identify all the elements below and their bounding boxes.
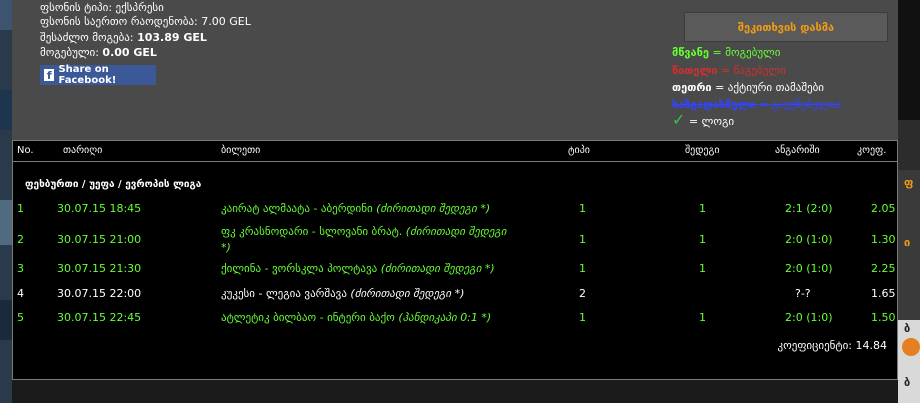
row-5-type: 1 — [579, 311, 586, 324]
legend-green: მწვანე = მოგებული — [672, 46, 781, 59]
right-side-panel: ფ ი ბ ბ — [898, 0, 920, 403]
header-coef: კოეფ. — [857, 145, 887, 156]
legend-red-word: წითელი — [672, 64, 718, 77]
right-text-1: ფ — [904, 176, 914, 189]
possible-win-label: შესაძლო მოგება: — [40, 31, 134, 44]
row-2-type: 1 — [579, 233, 586, 246]
header-score: ანგარიში — [775, 145, 820, 156]
facebook-icon: f — [44, 69, 55, 81]
row-2-event: ფკ კრასნოდარი - სლოვანი ბრატ. (ძირითადი … — [221, 225, 507, 238]
row-3-note: (ძირითადი შედეგი *) — [380, 262, 495, 275]
won-line: მოგებული: 0.00 GEL — [40, 46, 157, 59]
row-1-no: 1 — [17, 202, 24, 215]
legend-red: წითელი = წაგებული — [672, 64, 786, 77]
left-background-strip — [0, 0, 12, 403]
possible-win-value: 103.89 GEL — [137, 31, 207, 44]
row-1-result: 1 — [699, 202, 706, 215]
bet-type-label: ფსონის ტიპი: ექსპრესი — [40, 1, 164, 14]
share-facebook-button[interactable]: f Share on Facebook! — [40, 64, 156, 86]
row-3-result: 1 — [699, 262, 706, 275]
check-icon: ✓ — [672, 110, 686, 129]
total-coefficient: კოეფიციენტი: 14.84 — [777, 339, 887, 352]
legend-green-word: მწვანე — [672, 46, 709, 59]
row-3-coef: 2.25 — [871, 262, 896, 275]
row-3-score: 2:0 (1:0) — [785, 262, 833, 275]
row-5-date: 30.07.15 22:45 — [57, 311, 142, 324]
header-divider — [13, 161, 897, 162]
header-date: თარიღი — [63, 145, 103, 156]
ask-question-label: შეკითხვის დასმა — [737, 20, 835, 34]
row-1-score: 2:1 (2:0) — [785, 202, 833, 215]
legend-blue: ხაზგადასმული = გაუქმებულია — [672, 98, 841, 111]
row-2-coef: 1.30 — [871, 233, 896, 246]
row-4-no: 4 — [17, 287, 24, 300]
header-result: შედეგი — [685, 145, 720, 156]
row-5-event: ატლეტიკ ბილბაო - ინტერი ბაქო (ჰანდიკაპი … — [221, 311, 491, 324]
share-facebook-label: Share on Facebook! — [58, 64, 117, 86]
right-text-4: ბ — [904, 376, 911, 389]
row-2-result: 1 — [699, 233, 706, 246]
right-dark-block — [898, 0, 920, 120]
row-4-date: 30.07.15 22:00 — [57, 287, 142, 300]
row-1-type: 1 — [579, 202, 586, 215]
header-no: No. — [17, 145, 34, 156]
row-1-match: კაირატ ალმაატა - აბერდინი — [221, 202, 373, 215]
won-label: მოგებული: — [40, 46, 99, 59]
row-2-event-wrap: *) — [221, 241, 231, 254]
row-5-no: 5 — [17, 311, 24, 324]
header-event: ბილეთი — [221, 145, 261, 156]
row-4-score: ?-? — [795, 287, 811, 300]
legend-green-text: მოგებული — [725, 46, 781, 59]
row-2-score: 2:0 (1:0) — [785, 233, 833, 246]
group-title: ფეხბურთი / უეფა / ევროპის ლიგა — [25, 179, 202, 190]
row-5-coef: 1.50 — [871, 311, 896, 324]
row-5-score: 2:0 (1:0) — [785, 311, 833, 324]
possible-win-line: შესაძლო მოგება: 103.89 GEL — [40, 31, 207, 44]
row-2-date: 30.07.15 21:00 — [57, 233, 142, 246]
row-4-coef: 1.65 — [871, 287, 896, 300]
row-5-note: (ჰანდიკაპი 0:1 *) — [398, 311, 492, 324]
bet-amount-label: ფსონის საერთო რაოდენობა: 7.00 GEL — [40, 15, 251, 28]
row-2-match: ფკ კრასნოდარი - სლოვანი ბრატ. — [221, 225, 403, 238]
row-3-type: 1 — [579, 262, 586, 275]
won-value: 0.00 GEL — [102, 46, 157, 59]
row-3-date: 30.07.15 21:30 — [57, 262, 142, 275]
row-3-no: 3 — [17, 262, 24, 275]
row-2-note: (ძირითადი შედეგი — [405, 225, 507, 238]
legend-check: ✓ = ლოგი — [672, 110, 735, 129]
row-3-match: ქილინა - ვორსკლა პოლტავა — [221, 262, 378, 275]
bet-table: No. თარიღი ბილეთი ტიპი შედეგი ანგარიში კ… — [12, 140, 898, 380]
row-3-event: ქილინა - ვორსკლა პოლტავა (ძირითადი შედეგ… — [221, 262, 495, 275]
row-4-type: 2 — [579, 287, 586, 300]
row-1-date: 30.07.15 18:45 — [57, 202, 142, 215]
row-4-match: კუკესი - ლეგია ვარშავა — [221, 287, 347, 300]
ask-question-button[interactable]: შეკითხვის დასმა — [684, 12, 888, 42]
legend-red-text: წაგებული — [733, 64, 786, 77]
row-2-no: 2 — [17, 233, 24, 246]
right-text-2: ი — [904, 236, 911, 249]
row-1-event: კაირატ ალმაატა - აბერდინი (ძირითადი შედე… — [221, 202, 490, 215]
legend-check-text: ლოგი — [701, 115, 735, 128]
legend-white: თეთრი = აქტიური თამაშები — [672, 81, 824, 94]
right-text-3: ბ — [904, 322, 911, 335]
legend-white-word: თეთრი — [672, 81, 712, 94]
row-1-coef: 2.05 — [871, 202, 896, 215]
row-5-result: 1 — [699, 311, 706, 324]
legend-blue-text: გაუქმებულია — [771, 98, 841, 111]
header-type: ტიპი — [568, 145, 590, 156]
coin-icon — [902, 338, 920, 356]
row-5-match: ატლეტიკ ბილბაო - ინტერი ბაქო — [221, 311, 395, 324]
row-1-note: (ძირითადი შედეგი *) — [376, 202, 491, 215]
row-4-event: კუკესი - ლეგია ვარშავა (ძირითადი შედეგი … — [221, 287, 464, 300]
legend-white-text: აქტიური თამაშები — [727, 81, 824, 94]
row-4-note: (ძირითადი შედეგი *) — [350, 287, 465, 300]
